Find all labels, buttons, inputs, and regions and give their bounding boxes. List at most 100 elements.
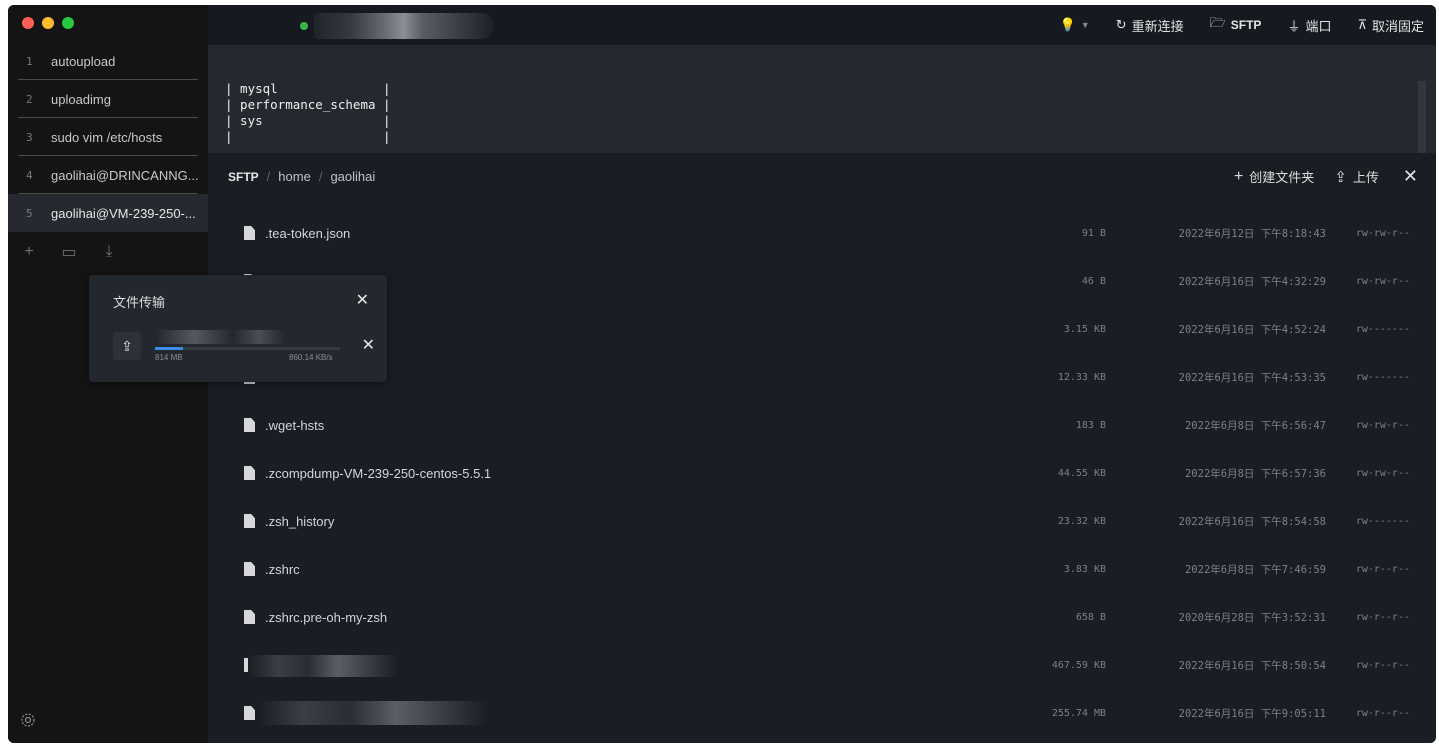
- file-size: 467.59 KB: [1051, 659, 1106, 671]
- transfer-progress-fill: [155, 347, 183, 350]
- file-icon: [244, 562, 255, 576]
- terminal-view[interactable]: | mysql | | performance_schema | | sys |…: [208, 45, 1436, 161]
- session-tab-list: 1 autoupload 2 uploadimg 3 sudo vim /etc…: [8, 42, 208, 232]
- session-tab-2[interactable]: 2 uploadimg: [8, 80, 208, 118]
- file-size: 91 B: [1081, 227, 1106, 239]
- breadcrumb-separator: /: [318, 169, 323, 184]
- download-icon[interactable]: ⤓: [100, 243, 118, 261]
- sftp-button[interactable]: 🗁 SFTP: [1210, 14, 1262, 36]
- list-item[interactable]: .zshrc 3.83 KB 2022年6月8日 下午7:46:59 rw-r-…: [208, 545, 1436, 593]
- list-item[interactable]: .wget-hsts 183 B 2022年6月8日 下午6:56:47 rw-…: [208, 401, 1436, 449]
- file-size: 3.15 KB: [1063, 323, 1106, 335]
- session-tab-1[interactable]: 1 autoupload: [8, 42, 208, 80]
- list-item[interactable]: 46 B 2022年6月16日 下午4:32:29 rw-rw-r--: [208, 257, 1436, 305]
- app-window: 1 autoupload 2 uploadimg 3 sudo vim /etc…: [8, 5, 1436, 743]
- upload-icon: ⇪: [113, 332, 141, 360]
- file-date: 2022年6月8日 下午6:57:36: [1184, 467, 1326, 480]
- upload-label: 上传: [1352, 170, 1379, 185]
- file-name: .tea-token.json: [265, 225, 351, 241]
- transfer-title: 文件传输: [113, 295, 166, 310]
- tab-number: 3: [26, 130, 33, 144]
- tab-label: autoupload: [51, 53, 116, 69]
- breadcrumb: SFTP / home / gaolihai: [228, 169, 375, 184]
- sftp-actions: + 创建文件夹 ⇪ 上传 ✕: [1234, 166, 1418, 187]
- breadcrumb-root[interactable]: SFTP: [228, 170, 259, 184]
- refresh-icon: ↻: [1115, 17, 1127, 32]
- file-date: 2022年6月8日 下午7:46:59: [1184, 563, 1326, 576]
- session-tab-3[interactable]: 3 sudo vim /etc/hosts: [8, 118, 208, 156]
- file-permissions: rw-------: [1355, 371, 1410, 383]
- file-icon: [244, 466, 255, 480]
- close-icon[interactable]: ✕: [356, 290, 369, 310]
- file-permissions: rw-r--r--: [1355, 707, 1410, 719]
- file-permissions: rw-rw-r--: [1355, 467, 1410, 479]
- file-list: .tea-token.json 91 B 2022年6月12日 下午8:18:4…: [208, 209, 1436, 737]
- file-transfer-popup: 文件传输 ✕ ⇪ 814 MB 860.14 KB/s ✕: [89, 275, 387, 382]
- tab-number: 5: [26, 206, 33, 220]
- close-icon[interactable]: ✕: [1403, 166, 1418, 187]
- transfer-progress-bar: [155, 347, 340, 350]
- file-icon: [244, 706, 255, 720]
- tab-number: 1: [26, 54, 33, 68]
- list-item[interactable]: 3.15 KB 2022年6月16日 下午4:52:24 rw-------: [208, 305, 1436, 353]
- list-item[interactable]: 255.74 MB 2022年6月16日 下午9:05:11 rw-r--r--: [208, 689, 1436, 737]
- upload-button[interactable]: ⇪ 上传: [1334, 167, 1379, 186]
- file-date: 2022年6月12日 下午8:18:43: [1178, 227, 1326, 240]
- host-indicator: [300, 13, 494, 39]
- cancel-transfer-icon[interactable]: ✕: [362, 335, 375, 355]
- unpin-button[interactable]: ⊼ 取消固定: [1357, 16, 1424, 35]
- terminal-scrollbar[interactable]: [1418, 81, 1426, 161]
- file-name: .zcompdump-VM-239-250-centos-5.5.1: [265, 465, 492, 481]
- port-button[interactable]: ⏚ 端口: [1287, 16, 1331, 35]
- gear-icon[interactable]: [20, 712, 36, 733]
- file-size: 255.74 MB: [1051, 707, 1106, 719]
- redacted-transfer-name: [155, 330, 285, 344]
- list-item[interactable]: 12.33 KB 2022年6月16日 下午4:53:35 rw-------: [208, 353, 1436, 401]
- list-item[interactable]: .zsh_history 23.32 KB 2022年6月16日 下午8:54:…: [208, 497, 1436, 545]
- breadcrumb-home[interactable]: home: [278, 169, 311, 184]
- new-folder-button[interactable]: + 创建文件夹: [1234, 167, 1314, 186]
- session-tab-4[interactable]: 4 gaolihai@DRINCANNG...: [8, 156, 208, 194]
- file-size: 183 B: [1075, 419, 1106, 431]
- file-size: 44.55 KB: [1057, 467, 1106, 479]
- minimize-window-button[interactable]: [42, 17, 54, 29]
- tab-label: uploadimg: [51, 91, 111, 107]
- file-permissions: rw-------: [1355, 515, 1410, 527]
- list-item[interactable]: 467.59 KB 2022年6月16日 下午8:50:54 rw-r--r--: [208, 641, 1436, 689]
- sidebar-actions: + ▭ ⤓: [20, 242, 118, 262]
- breadcrumb-gaolihai[interactable]: gaolihai: [330, 169, 375, 184]
- plug-icon: ⏚: [1287, 18, 1301, 34]
- file-name: .zshrc.pre-oh-my-zsh: [265, 609, 388, 625]
- file-size: 23.32 KB: [1057, 515, 1106, 527]
- redacted-file-name: [258, 701, 488, 725]
- file-name: .zsh_history: [265, 513, 335, 529]
- list-item[interactable]: .tea-token.json 91 B 2022年6月12日 下午8:18:4…: [208, 209, 1436, 257]
- new-folder-label: 创建文件夹: [1249, 170, 1315, 185]
- file-icon: [244, 418, 255, 432]
- file-icon: [244, 610, 255, 624]
- file-date: 2022年6月16日 下午4:53:35: [1178, 371, 1326, 384]
- tab-label: sudo vim /etc/hosts: [51, 129, 163, 145]
- close-window-button[interactable]: [22, 17, 34, 29]
- theme-toggle-button[interactable]: 💡 ▼: [1060, 17, 1090, 33]
- new-window-icon[interactable]: ▭: [60, 242, 78, 262]
- session-tab-5[interactable]: 5 gaolihai@VM-239-250-...: [8, 194, 208, 232]
- reconnect-button[interactable]: ↻ 重新连接: [1116, 16, 1184, 35]
- transfer-item: ⇪ 814 MB 860.14 KB/s ✕: [113, 330, 375, 366]
- file-date: 2022年6月16日 下午4:32:29: [1178, 275, 1326, 288]
- folder-open-icon: 🗁: [1209, 15, 1226, 30]
- plus-icon: +: [1233, 167, 1244, 185]
- add-icon[interactable]: +: [20, 243, 38, 261]
- breadcrumb-separator: /: [266, 169, 271, 184]
- list-item[interactable]: .zcompdump-VM-239-250-centos-5.5.1 44.55…: [208, 449, 1436, 497]
- list-item[interactable]: .zshrc.pre-oh-my-zsh 658 B 2020年6月28日 下午…: [208, 593, 1436, 641]
- port-label: 端口: [1305, 18, 1332, 34]
- connection-status-dot: [300, 22, 308, 30]
- file-date: 2022年6月16日 下午9:05:11: [1178, 707, 1326, 720]
- maximize-window-button[interactable]: [62, 17, 74, 29]
- file-size: 12.33 KB: [1057, 371, 1106, 383]
- top-actions: 💡 ▼ ↻ 重新连接 🗁 SFTP ⏚ 端口 ⊼ 取消固定: [1060, 5, 1424, 45]
- transfer-size: 814 MB: [155, 353, 183, 362]
- file-permissions: rw-r--r--: [1355, 563, 1410, 575]
- tab-label: gaolihai@VM-239-250-...: [51, 205, 196, 221]
